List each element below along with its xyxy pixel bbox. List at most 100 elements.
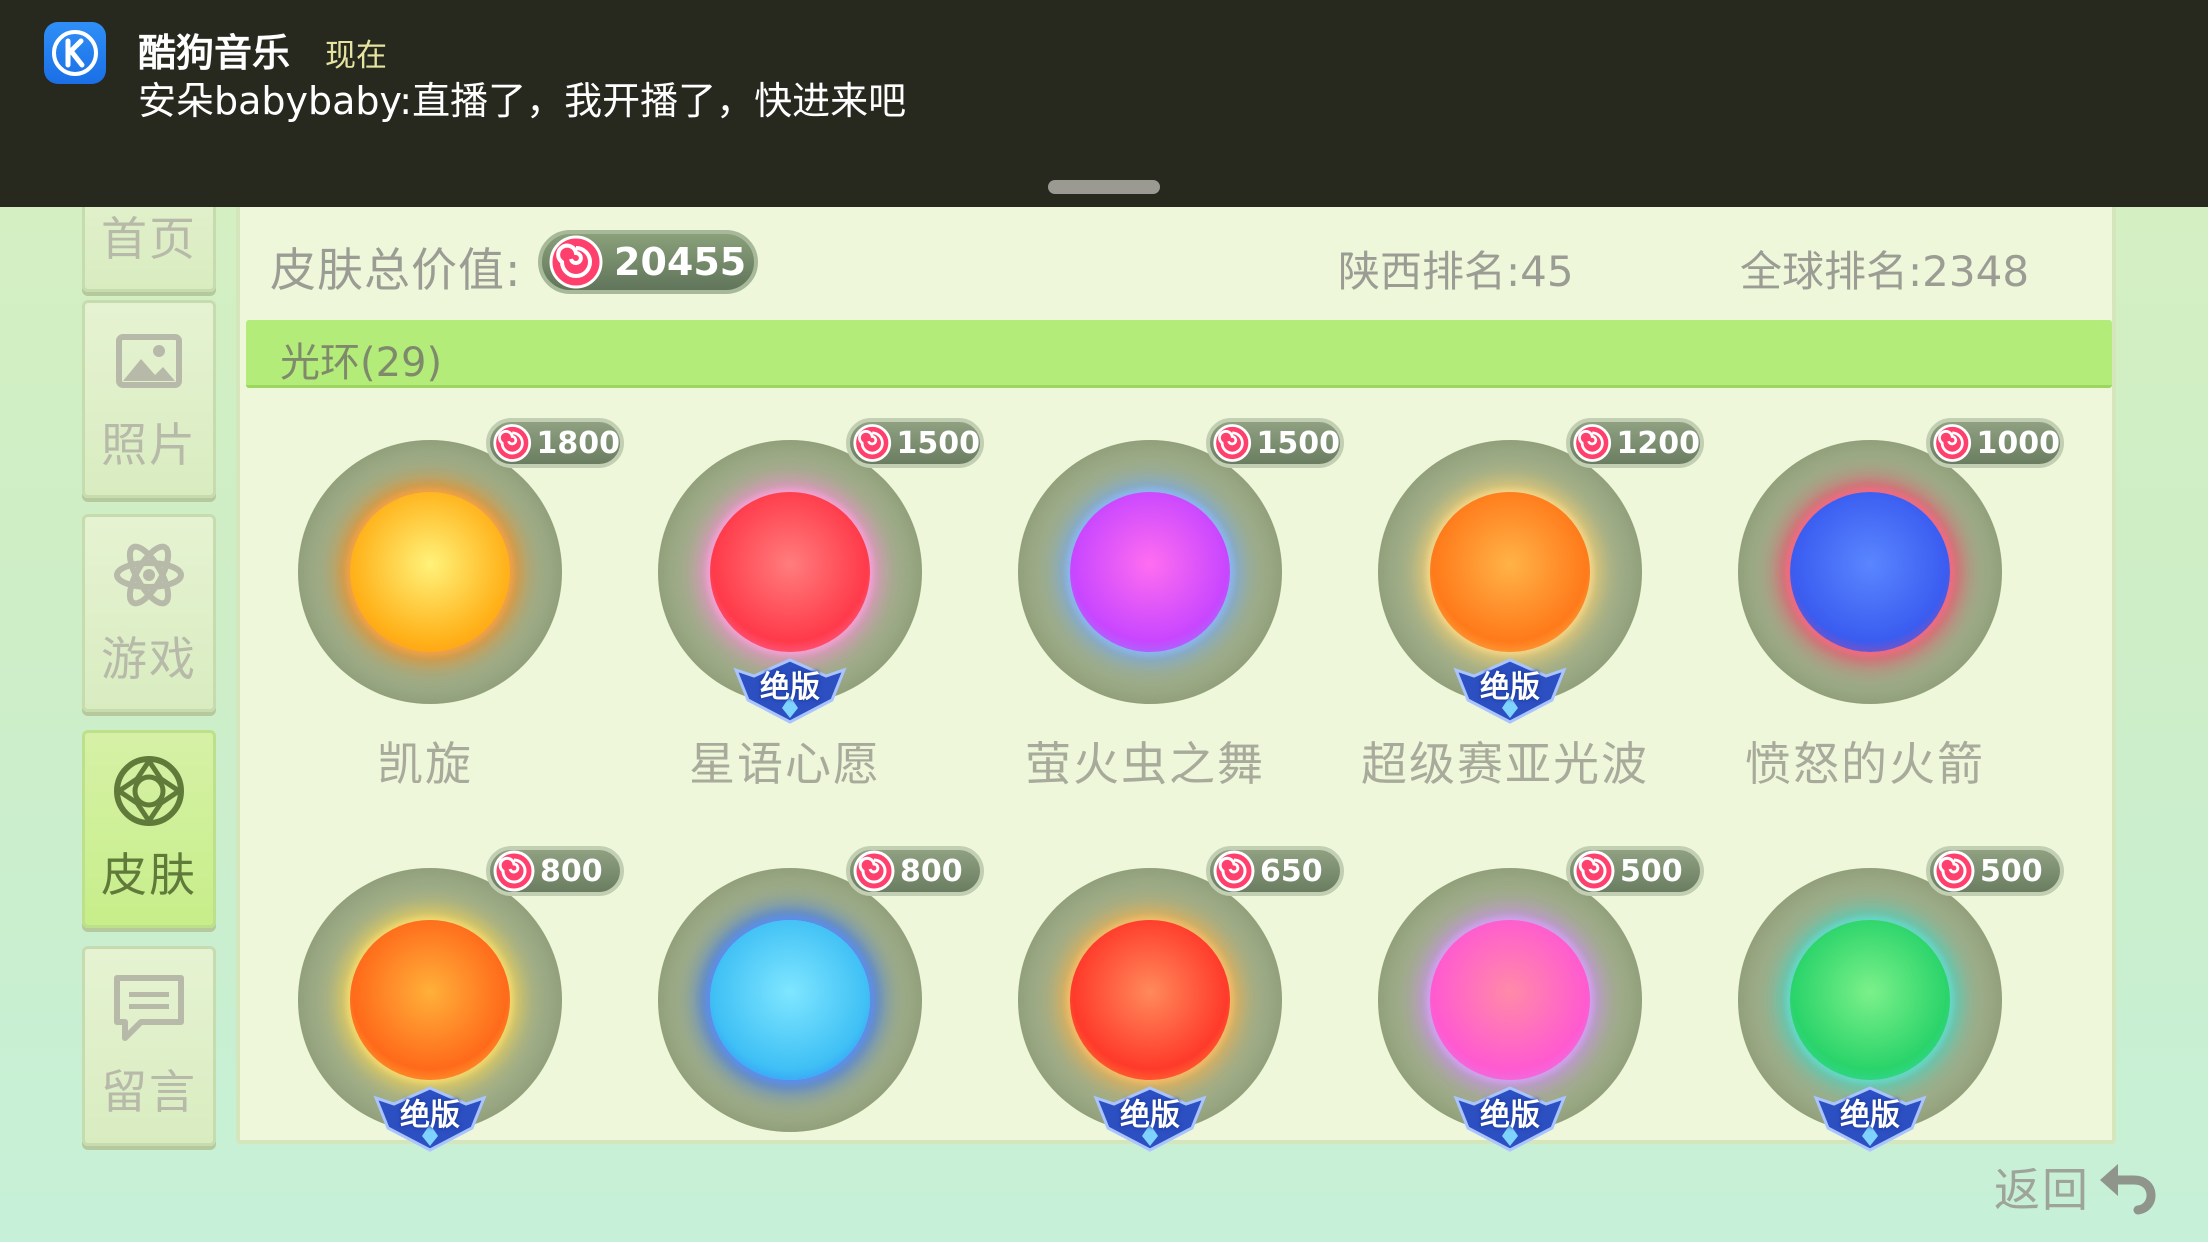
skin-card[interactable]: 1500 萤火虫之舞 [980,408,1344,808]
price-badge: 1500 [846,418,984,468]
limited-badge-label: 绝版 [760,670,820,705]
swirl-coin-icon [1933,850,1975,892]
skin-name: 愤怒的火箭 [1745,737,1985,791]
skin-card[interactable]: 1800 凯旋 [260,408,624,808]
swirl-coin-icon [1213,850,1255,892]
price-value: 800 [900,853,963,889]
skin-name: 星语心愿 [689,737,881,791]
category-header-halo[interactable]: 光环(29) [246,320,2112,388]
sidebar-item-messages[interactable]: 留言 [82,946,216,1146]
kugou-k-icon [44,22,106,84]
price-badge: 1200 [1566,418,1704,468]
price-badge: 650 [1206,846,1344,896]
price-value: 650 [1260,853,1323,889]
price-value: 800 [540,853,603,889]
price-badge: 800 [846,846,984,896]
limited-badge-label: 绝版 [1120,1098,1180,1133]
sidebar-item-games[interactable]: 游戏 [82,514,216,712]
limited-badge: 绝版 [372,1084,488,1154]
halo-orb [710,492,870,652]
skin-preview [1018,440,1282,704]
swirl-coin-icon [493,424,532,462]
category-label: 光环(29) [280,340,443,386]
back-button[interactable]: 返回 [1994,1152,2160,1222]
price-value: 1500 [1256,425,1341,461]
swirl-coin-icon [853,424,892,462]
gem-icon [114,756,184,826]
price-badge: 500 [1566,846,1704,896]
halo-orb [1070,492,1230,652]
swirl-coin-icon [493,850,535,892]
halo-orb [1070,920,1230,1080]
photo-icon [116,334,182,388]
notification-app-name: 酷狗音乐 [138,31,291,75]
skin-card[interactable]: 800 [620,836,984,1236]
skin-card[interactable]: 500 绝版 [1700,836,2064,1236]
limited-badge-label: 绝版 [1480,670,1540,705]
price-value: 500 [1620,853,1683,889]
rank-province: 陕西排名:45 [1338,247,1574,296]
skin-preview [298,440,562,704]
limited-badge: 绝版 [1812,1084,1928,1154]
notification-time: 现在 [325,38,387,74]
limited-badge-label: 绝版 [1480,1098,1540,1133]
total-value: 20455 [614,240,747,284]
skin-card[interactable]: 800 绝版 [260,836,624,1236]
price-badge: 800 [486,846,624,896]
sidebar-item-label: 皮肤 [101,848,197,902]
message-icon [114,975,184,1041]
notification-message: 安朵babybaby:直播了，我开播了，快进来吧 [138,79,907,123]
skin-preview [1738,440,2002,704]
price-badge: 500 [1926,846,2064,896]
atom-icon [114,543,184,607]
price-value: 500 [1980,853,2043,889]
price-badge: 1000 [1926,418,2064,468]
halo-orb [350,492,510,652]
swirl-coin-icon [1213,424,1252,462]
skin-name: 凯旋 [377,737,473,791]
return-arrow-icon [2100,1164,2156,1215]
price-value: 1000 [1976,425,2061,461]
skin-name: 超级赛亚光波 [1361,737,1649,791]
halo-orb [1430,492,1590,652]
swirl-coin-icon [549,235,603,289]
notification-drag-handle[interactable] [1048,180,1160,194]
rank-global: 全球排名:2348 [1740,247,2030,296]
total-value-badge: 20455 [538,230,758,294]
price-value: 1200 [1616,425,1701,461]
sidebar-item-skins[interactable]: 皮肤 [82,730,216,928]
price-badge: 1500 [1206,418,1344,468]
limited-badge-label: 绝版 [1840,1098,1900,1133]
skin-card[interactable]: 1500 绝版星语心愿 [620,408,984,808]
sidebar-item-label: 游戏 [101,632,197,686]
skin-card[interactable]: 500 绝版 [1340,836,1704,1236]
halo-orb [1430,920,1590,1080]
skin-card[interactable]: 1200 绝版超级赛亚光波 [1340,408,1704,808]
swirl-coin-icon [1573,850,1615,892]
swirl-coin-icon [853,850,895,892]
swirl-coin-icon [1933,424,1972,462]
halo-orb [1790,492,1950,652]
limited-badge: 绝版 [1452,1084,1568,1154]
total-value-label: 皮肤总价值: [270,243,522,297]
skin-card[interactable]: 650 绝版 [980,836,1344,1236]
skins-panel: 皮肤总价值: 20455 陕西排名:45 全球排名:2348 光环(29) 18… [236,150,2116,1152]
halo-orb [350,920,510,1080]
sidebar-item-photos[interactable]: 照片 [82,300,216,498]
sidebar-item-label: 首页 [101,212,197,266]
limited-badge: 绝版 [1092,1084,1208,1154]
skin-card[interactable]: 1000 愤怒的火箭 [1700,408,2064,808]
halo-orb [710,920,870,1080]
notification-banner[interactable]: 酷狗音乐 现在 安朵babybaby:直播了，我开播了，快进来吧 [0,0,2208,207]
price-badge: 1800 [486,418,624,468]
sidebar-item-label: 留言 [101,1065,197,1119]
halo-orb [1790,920,1950,1080]
limited-badge: 绝版 [732,656,848,726]
limited-badge-label: 绝版 [400,1098,460,1133]
swirl-coin-icon [1573,424,1612,462]
limited-badge: 绝版 [1452,656,1568,726]
back-label: 返回 [1994,1163,2090,1217]
price-value: 1500 [896,425,981,461]
price-value: 1800 [536,425,621,461]
sidebar-item-label: 照片 [101,418,197,472]
